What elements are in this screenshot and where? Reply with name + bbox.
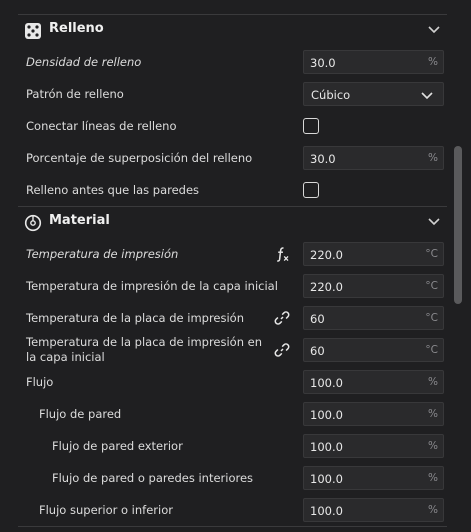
- field-unit: %: [428, 376, 438, 388]
- infill-dice-icon: [25, 23, 41, 39]
- setting-row-bed-temperature-initial: Temperatura de la placa de impresión en …: [0, 334, 471, 366]
- setting-row-connect-infill-lines: Conectar líneas de relleno: [0, 110, 471, 142]
- field-value: 220.0: [310, 248, 343, 262]
- setting-label: Flujo de pared o paredes interiores: [52, 471, 254, 485]
- infill-before-walls-checkbox[interactable]: [303, 182, 319, 198]
- infill-density-input[interactable]: 30.0 %: [303, 50, 444, 74]
- setting-label: Temperatura de impresión de la capa inic…: [26, 279, 278, 293]
- chevron-down-icon: [421, 92, 433, 100]
- outer-wall-flow-input[interactable]: 100.0 %: [303, 434, 444, 458]
- field-value: 100.0: [310, 408, 343, 422]
- field-unit: °C: [425, 312, 438, 324]
- flow-input[interactable]: 100.0 %: [303, 370, 444, 394]
- material-spool-icon: [24, 214, 42, 232]
- wall-flow-input[interactable]: 100.0 %: [303, 402, 444, 426]
- setting-label: Densidad de relleno: [26, 55, 142, 69]
- print-temperature-input[interactable]: 220.0 °C: [303, 242, 444, 266]
- connect-infill-lines-checkbox[interactable]: [303, 118, 319, 134]
- setting-row-wall-flow: Flujo de pared 100.0 %: [0, 398, 471, 430]
- select-value: Cúbico: [311, 88, 351, 102]
- setting-label: Temperatura de la placa de impresión: [26, 311, 245, 325]
- section-title-material: Material: [49, 213, 110, 228]
- setting-row-infill-before-walls: Relleno antes que las paredes: [0, 174, 471, 206]
- field-value: 100.0: [310, 504, 343, 518]
- setting-row-outer-wall-flow: Flujo de pared exterior 100.0 %: [0, 430, 471, 462]
- field-value: 220.0: [310, 280, 343, 294]
- bed-temperature-input[interactable]: 60 °C: [303, 306, 444, 330]
- section-title-relleno: Relleno: [49, 21, 104, 36]
- scrollbar-thumb[interactable]: [454, 146, 462, 304]
- inner-wall-flow-input[interactable]: 100.0 %: [303, 466, 444, 490]
- field-unit: °C: [425, 280, 438, 292]
- field-value: 30.0: [310, 56, 336, 70]
- setting-label: Temperatura de la placa de impresión en …: [26, 335, 263, 364]
- setting-row-flow: Flujo 100.0 %: [0, 366, 471, 398]
- setting-row-infill-pattern: Patrón de relleno Cúbico: [0, 78, 471, 110]
- link-icon[interactable]: [274, 310, 290, 326]
- field-value: 60: [310, 312, 325, 326]
- setting-label: Flujo: [26, 375, 54, 389]
- chevron-down-icon[interactable]: [427, 22, 441, 36]
- field-unit: %: [428, 56, 438, 68]
- setting-row-print-temperature: Temperatura de impresión 220.0 °C: [0, 238, 471, 270]
- top-bottom-flow-input[interactable]: 100.0 %: [303, 498, 444, 522]
- print-temperature-initial-input[interactable]: 220.0 °C: [303, 274, 444, 298]
- setting-label: Patrón de relleno: [26, 87, 124, 101]
- field-unit: °C: [425, 248, 438, 260]
- field-value: 30.0: [310, 152, 336, 166]
- field-value: 60: [310, 344, 325, 358]
- function-icon[interactable]: [274, 246, 290, 262]
- section-header-material[interactable]: Material: [18, 207, 447, 237]
- print-settings-panel: Relleno Densidad de relleno 30.0 % Patró…: [0, 0, 471, 532]
- setting-label: Flujo de pared: [39, 407, 122, 421]
- field-unit: %: [428, 504, 438, 516]
- setting-row-inner-wall-flow: Flujo de pared o paredes interiores 100.…: [0, 462, 471, 494]
- setting-label: Flujo de pared exterior: [52, 439, 183, 453]
- link-icon[interactable]: [274, 342, 290, 358]
- bed-temperature-initial-input[interactable]: 60 °C: [303, 338, 444, 362]
- field-unit: %: [428, 408, 438, 420]
- setting-row-top-bottom-flow: Flujo superior o inferior 100.0 %: [0, 494, 471, 526]
- field-unit: %: [428, 472, 438, 484]
- setting-label: Flujo superior o inferior: [39, 503, 173, 517]
- section-header-relleno[interactable]: Relleno: [18, 15, 447, 45]
- field-unit: °C: [425, 344, 438, 356]
- field-value: 100.0: [310, 472, 343, 486]
- setting-label: Conectar líneas de relleno: [26, 119, 177, 133]
- infill-pattern-select[interactable]: Cúbico: [303, 82, 444, 106]
- setting-row-infill-overlap: Porcentaje de superposición del relleno …: [0, 142, 471, 174]
- setting-label: Relleno antes que las paredes: [26, 183, 200, 197]
- divider: [18, 526, 447, 527]
- field-unit: %: [428, 440, 438, 452]
- setting-label: Temperatura de impresión: [26, 247, 179, 261]
- field-value: 100.0: [310, 440, 343, 454]
- setting-row-bed-temperature: Temperatura de la placa de impresión 60 …: [0, 302, 471, 334]
- field-value: 100.0: [310, 376, 343, 390]
- field-unit: %: [428, 152, 438, 164]
- setting-label: Porcentaje de superposición del relleno: [26, 151, 253, 165]
- chevron-down-icon[interactable]: [427, 214, 441, 228]
- setting-row-print-temperature-initial: Temperatura de impresión de la capa inic…: [0, 270, 471, 302]
- setting-row-infill-density: Densidad de relleno 30.0 %: [0, 46, 471, 78]
- infill-overlap-input[interactable]: 30.0 %: [303, 146, 444, 170]
